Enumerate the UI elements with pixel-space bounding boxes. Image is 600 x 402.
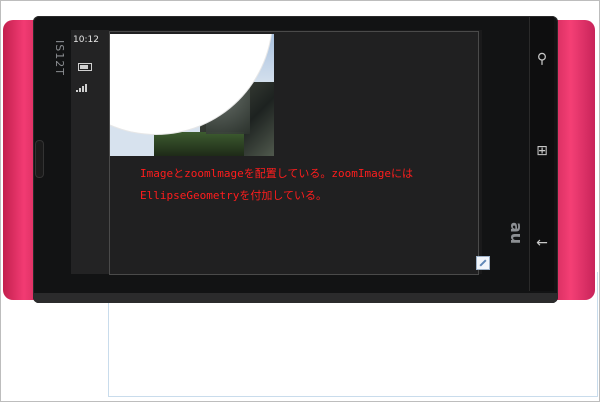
- description-line-1: Imageとzoomlmageを配置している。zoomImageには: [140, 167, 413, 180]
- back-key[interactable]: ←: [530, 201, 554, 291]
- phone-bottom-edge: [33, 293, 558, 303]
- description-line-2: EllipseGeometryを付加している。: [140, 189, 328, 202]
- broken-image-icon: [476, 256, 490, 270]
- search-key[interactable]: ⚲: [530, 17, 554, 107]
- battery-icon: [78, 63, 92, 71]
- windows-icon: ⊞: [536, 143, 548, 159]
- model-label: IS12T: [53, 40, 66, 76]
- image-with-ellipse-zoom: [110, 34, 274, 156]
- earpiece-speaker: [35, 140, 44, 178]
- windows-key[interactable]: ⊞: [530, 109, 554, 199]
- signal-icon: [76, 84, 90, 92]
- back-arrow-icon: ←: [536, 235, 548, 251]
- search-icon: ⚲: [536, 51, 548, 67]
- carrier-logo: au: [507, 222, 526, 245]
- hardware-key-strip: ⚲ ⊞ ←: [529, 17, 554, 291]
- status-time: 10:12: [73, 35, 99, 45]
- photo-ground: [154, 132, 244, 156]
